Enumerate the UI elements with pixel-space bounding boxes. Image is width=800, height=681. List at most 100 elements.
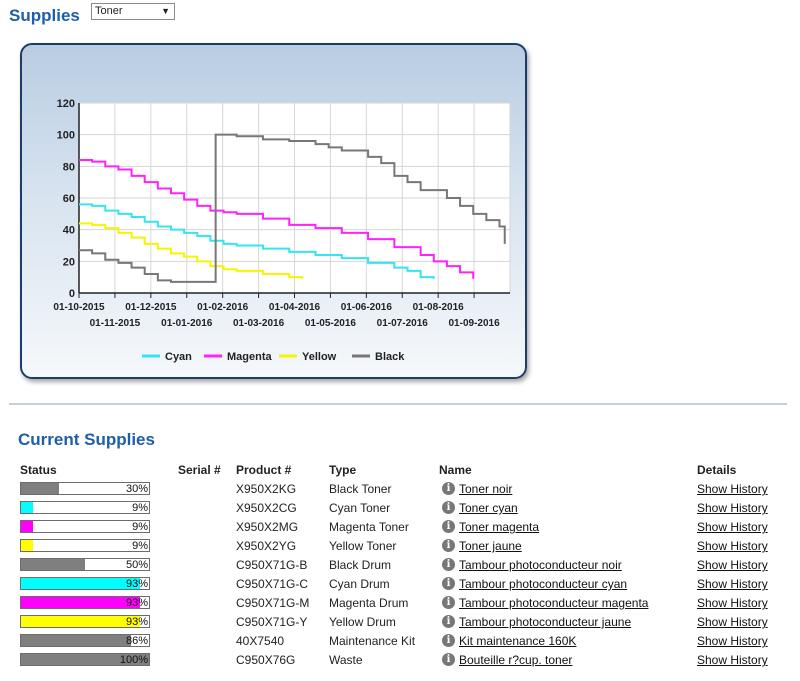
status-bar-fill — [21, 483, 60, 494]
status-bar: 9% — [20, 501, 150, 514]
status-bar-fill — [21, 578, 141, 589]
table-row: 9% X950X2YG Yellow Toner i Toner jaune Show H… — [0, 538, 800, 557]
info-icon[interactable]: i — [442, 615, 455, 628]
product-number: C950X71G-Y — [236, 615, 308, 629]
status-percent: 9% — [132, 540, 148, 552]
show-history-link[interactable]: Show History — [697, 481, 768, 497]
status-percent: 50% — [125, 559, 148, 571]
product-number: X950X2KG — [236, 482, 297, 496]
info-icon[interactable]: i — [442, 539, 455, 552]
supplies-chart-panel: 0 20 40 60 80 100 120 01-10-2015 01-12-2015 01-02… — [20, 43, 527, 379]
header-product: Product # — [236, 463, 292, 477]
info-icon[interactable]: i — [442, 577, 455, 590]
status-percent: 9% — [132, 521, 148, 533]
info-icon[interactable]: i — [442, 520, 455, 533]
x-tick-label: 01-02-2016 — [197, 302, 249, 313]
status-bar-fill — [21, 540, 33, 551]
supply-name-link[interactable]: Toner magenta — [459, 519, 539, 535]
supply-name-link[interactable]: Tambour photoconducteur magenta — [459, 595, 648, 611]
status-percent: 93% — [125, 616, 148, 628]
status-bar: 9% — [20, 520, 150, 533]
header-name: Name — [439, 463, 472, 477]
supply-name-link[interactable]: Kit maintenance 160K — [459, 633, 576, 649]
product-number: X950X2MG — [236, 520, 299, 534]
status-percent: 93% — [125, 578, 148, 590]
info-icon[interactable]: i — [442, 558, 455, 571]
legend-label-yellow: Yellow — [302, 351, 337, 363]
show-history-link[interactable]: Show History — [697, 519, 768, 535]
info-icon[interactable]: i — [442, 482, 455, 495]
supply-name-link[interactable]: Toner cyan — [459, 500, 518, 516]
header-status: Status — [20, 463, 57, 477]
supply-type: Maintenance Kit — [329, 634, 416, 648]
status-percent: 100% — [119, 654, 148, 666]
show-history-link[interactable]: Show History — [697, 500, 768, 516]
x-tick-label: 01-01-2016 — [161, 318, 213, 329]
y-tick-label: 40 — [63, 225, 75, 237]
y-tick-label: 0 — [69, 288, 75, 300]
x-tick-label: 01-11-2015 — [90, 318, 141, 329]
section-divider — [9, 403, 787, 405]
show-history-link[interactable]: Show History — [697, 652, 768, 668]
supply-name-link[interactable]: Tambour photoconducteur cyan — [459, 576, 627, 592]
show-history-link[interactable]: Show History — [697, 538, 768, 554]
show-history-link[interactable]: Show History — [697, 633, 768, 649]
status-bar: 86% — [20, 634, 150, 647]
supply-type: Cyan Toner — [329, 501, 391, 515]
status-bar-fill — [21, 502, 33, 513]
table-row: 93% C950X71G-C Cyan Drum i Tambour photocond… — [0, 576, 800, 595]
status-bar-fill — [21, 521, 33, 532]
status-percent: 93% — [125, 597, 148, 609]
table-row: 93% C950X71G-Y Yellow Drum i Tambour photoco… — [0, 614, 800, 633]
product-number: X950X2CG — [236, 501, 297, 515]
legend-label-magenta: Magenta — [227, 351, 273, 363]
product-number: C950X71G-B — [236, 558, 308, 572]
status-bar: 93% — [20, 596, 150, 609]
header-type: Type — [329, 463, 357, 477]
status-bar: 100% — [20, 653, 150, 666]
status-bar: 93% — [20, 615, 150, 628]
supply-type: Magenta Toner — [329, 520, 409, 534]
supply-name-link[interactable]: Toner jaune — [459, 538, 522, 554]
x-tick-label: 01-09-2016 — [449, 318, 501, 329]
status-bar-fill — [21, 635, 132, 646]
product-number: C950X76G — [236, 653, 296, 667]
x-tick-label: 01-06-2016 — [341, 302, 393, 313]
show-history-link[interactable]: Show History — [697, 576, 768, 592]
legend-label-cyan: Cyan — [165, 351, 192, 363]
supply-type: Cyan Drum — [329, 577, 390, 591]
info-icon[interactable]: i — [442, 634, 455, 647]
y-tick-label: 120 — [57, 98, 75, 110]
product-number: 40X7540 — [236, 634, 285, 648]
info-icon[interactable]: i — [442, 596, 455, 609]
status-bar-fill — [21, 597, 141, 608]
y-tick-label: 100 — [57, 130, 75, 142]
status-percent: 30% — [125, 483, 148, 495]
table-row: 93% C950X71G-M Magenta Drum i Tambour photoc… — [0, 595, 800, 614]
supply-name-link[interactable]: Tambour photoconducteur noir — [459, 557, 622, 573]
table-row: 50% C950X71G-B Black Drum i Tambour photocon… — [0, 557, 800, 576]
supply-name-link[interactable]: Toner noir — [459, 481, 512, 497]
supply-type: Yellow Toner — [329, 539, 397, 553]
x-tick-label: 01-08-2016 — [413, 302, 465, 313]
show-history-link[interactable]: Show History — [697, 614, 768, 630]
supply-name-link[interactable]: Tambour photoconducteur jaune — [459, 614, 631, 630]
supply-type-select[interactable]: Toner ▼ — [91, 3, 175, 20]
x-tick-label: 01-10-2015 — [53, 302, 105, 313]
x-tick-label: 01-03-2016 — [233, 318, 285, 329]
product-number: X950X2YG — [236, 539, 297, 553]
status-bar: 30% — [20, 482, 150, 495]
legend-label-black: Black — [375, 351, 405, 363]
header-serial: Serial # — [178, 463, 221, 477]
supply-type-select-value: Toner — [95, 5, 123, 17]
status-bar-fill — [21, 616, 141, 627]
show-history-link[interactable]: Show History — [697, 595, 768, 611]
status-bar: 9% — [20, 539, 150, 552]
info-icon[interactable]: i — [442, 653, 455, 666]
supply-name-link[interactable]: Bouteille r?cup. toner — [459, 652, 572, 668]
status-bar-fill — [21, 559, 85, 570]
status-percent: 86% — [125, 635, 148, 647]
info-icon[interactable]: i — [442, 501, 455, 514]
show-history-link[interactable]: Show History — [697, 557, 768, 573]
supply-type: Black Toner — [329, 482, 392, 496]
